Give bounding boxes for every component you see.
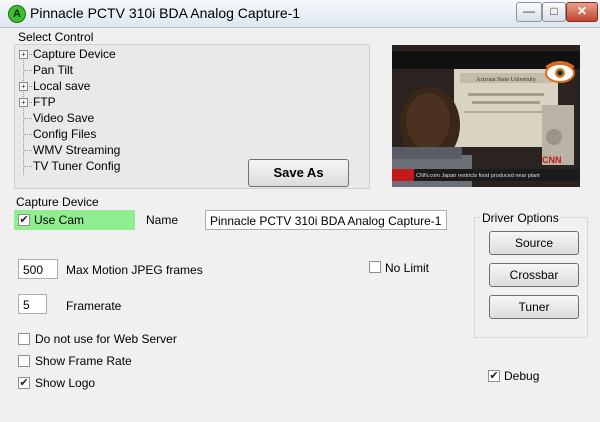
control-tree[interactable]: + Capture Device Pan Tilt + Local save +… <box>14 44 370 189</box>
maximize-button[interactable]: □ <box>542 2 566 22</box>
tree-guide-line <box>23 53 24 175</box>
minimize-button[interactable]: — <box>516 2 542 22</box>
do-not-use-label[interactable]: Do not use for Web Server <box>35 332 177 346</box>
do-not-use-checkbox[interactable] <box>18 333 30 345</box>
crossbar-button[interactable]: Crossbar <box>489 263 579 287</box>
tree-item-video-save[interactable]: Video Save <box>33 111 94 125</box>
tree-item-wmv-streaming[interactable]: WMV Streaming <box>33 143 120 157</box>
use-cam-checkbox[interactable]: ✔ <box>18 214 30 226</box>
show-logo-label[interactable]: Show Logo <box>35 376 95 390</box>
driver-options-label: Driver Options <box>480 211 561 225</box>
tree-item-pan-tilt[interactable]: Pan Tilt <box>33 63 73 77</box>
use-cam-label[interactable]: Use Cam <box>34 213 84 227</box>
close-button[interactable]: ✕ <box>566 2 598 22</box>
show-frame-rate-label[interactable]: Show Frame Rate <box>35 354 132 368</box>
diploma-title: Arizona State University <box>476 77 536 83</box>
video-frame-image: Arizona State University CNN.com Japan r… <box>392 45 580 187</box>
no-limit-label[interactable]: No Limit <box>385 261 429 275</box>
select-control-label: Select Control <box>18 30 94 44</box>
show-frame-rate-checkbox[interactable] <box>18 355 30 367</box>
framerate-label: Framerate <box>66 299 122 313</box>
channel-logo: CNN <box>542 155 562 165</box>
no-limit-checkbox[interactable] <box>369 261 381 273</box>
window-title: Pinnacle PCTV 310i BDA Analog Capture-1 <box>30 5 301 21</box>
tree-item-tv-tuner-config[interactable]: TV Tuner Config <box>33 159 120 173</box>
title-bar: A Pinnacle PCTV 310i BDA Analog Capture-… <box>0 0 600 28</box>
expander-icon[interactable]: + <box>19 50 28 59</box>
show-logo-checkbox[interactable]: ✔ <box>18 377 30 389</box>
source-button[interactable]: Source <box>489 231 579 255</box>
save-as-button[interactable]: Save As <box>248 159 349 187</box>
tree-item-local-save[interactable]: Local save <box>33 79 90 93</box>
debug-label[interactable]: Debug <box>504 369 539 383</box>
max-motion-field[interactable]: 500 <box>18 259 58 279</box>
capture-device-label: Capture Device <box>16 195 99 209</box>
name-label: Name <box>146 213 179 227</box>
expander-icon[interactable]: + <box>19 82 28 91</box>
video-preview: Arizona State University CNN.com Japan r… <box>392 45 580 187</box>
tree-item-config-files[interactable]: Config Files <box>33 127 96 141</box>
name-field[interactable]: Pinnacle PCTV 310i BDA Analog Capture-1 <box>205 210 447 230</box>
max-motion-label: Max Motion JPEG frames <box>66 263 203 277</box>
tree-item-capture-device[interactable]: Capture Device <box>33 47 116 61</box>
expander-icon[interactable]: + <box>19 98 28 107</box>
news-ticker: CNN.com Japan restricts food produced ne… <box>416 173 540 179</box>
tuner-button[interactable]: Tuner <box>489 295 579 319</box>
tree-item-ftp[interactable]: FTP <box>33 95 56 109</box>
debug-checkbox[interactable]: ✔ <box>488 370 500 382</box>
framerate-field[interactable]: 5 <box>18 294 47 314</box>
app-icon: A <box>8 5 26 23</box>
